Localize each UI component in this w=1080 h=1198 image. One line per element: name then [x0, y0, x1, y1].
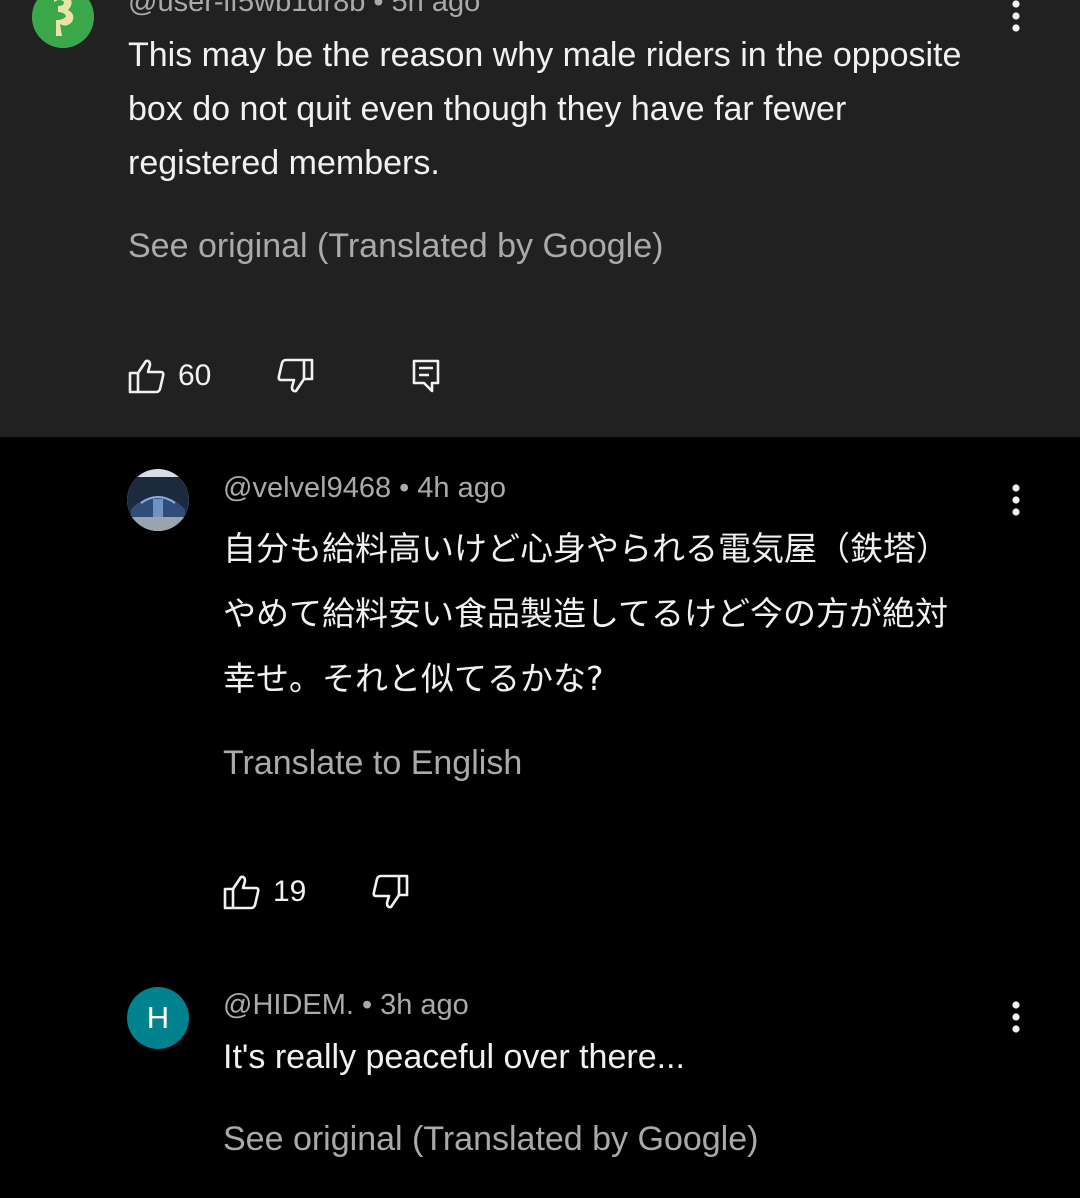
- comment-text: It's really peaceful over there...: [223, 1038, 685, 1076]
- thumbs-up-icon: [128, 359, 165, 394]
- thumbs-down-icon: [277, 358, 314, 393]
- more-vert-icon: [1012, 484, 1020, 516]
- author-handle[interactable]: @HIDEM.: [223, 989, 354, 1021]
- avatar-image: [127, 469, 189, 531]
- comment-meta: @velvel9468 • 4h ago: [223, 472, 506, 505]
- see-original-link[interactable]: See original (Translated by Google): [128, 227, 663, 266]
- comment-time[interactable]: 5h ago: [392, 0, 481, 18]
- avatar[interactable]: [127, 469, 189, 531]
- comment-text-line: やめて給料安い食品製造してるけど今の方が絶対: [223, 594, 949, 633]
- comment-menu-button[interactable]: [996, 480, 1036, 520]
- dislike-button[interactable]: [276, 356, 314, 396]
- avatar[interactable]: H: [127, 987, 189, 1049]
- meta-separator: •: [399, 472, 410, 504]
- reply-button[interactable]: [412, 356, 440, 396]
- comment-meta: @HIDEM. • 3h ago: [223, 989, 469, 1022]
- avatar-image: [32, 0, 94, 48]
- avatar[interactable]: [32, 0, 94, 48]
- comment-menu-button[interactable]: [996, 0, 1036, 36]
- like-count: 60: [178, 359, 212, 392]
- translate-link[interactable]: Translate to English: [223, 744, 522, 783]
- comment-time[interactable]: 3h ago: [380, 989, 469, 1021]
- comment-actions: 19: [223, 872, 423, 912]
- thumbs-up-icon: [223, 875, 260, 910]
- author-handle[interactable]: @velvel9468: [223, 472, 391, 504]
- like-button[interactable]: 19: [223, 872, 306, 912]
- thumbs-down-icon: [372, 874, 409, 909]
- reply-icon: [412, 359, 440, 393]
- comment-highlighted: @user-lf5wb1dr8b • 5h ago This may be the …: [0, 0, 1080, 437]
- like-count: 19: [273, 875, 307, 908]
- more-vert-icon: [1012, 0, 1020, 32]
- comment-text-line: 自分も給料高いけど心身やられる電気屋（鉄塔）: [223, 529, 949, 568]
- meta-separator: •: [373, 0, 384, 18]
- see-original-link[interactable]: See original (Translated by Google): [223, 1120, 758, 1159]
- author-handle[interactable]: @user-lf5wb1dr8b: [128, 0, 365, 18]
- comment-text-line: 幸せ。それと似てるかな?: [223, 659, 604, 698]
- dislike-button[interactable]: [371, 872, 409, 912]
- like-button[interactable]: 60: [128, 356, 211, 396]
- more-vert-icon: [1012, 1001, 1020, 1033]
- comment-menu-button[interactable]: [996, 997, 1036, 1037]
- comment-actions: 60: [128, 356, 468, 396]
- comment-time[interactable]: 4h ago: [417, 472, 506, 504]
- comment-text: This may be the reason why male riders i…: [128, 36, 962, 182]
- comments-page: @user-lf5wb1dr8b • 5h ago This may be the …: [0, 0, 1080, 1198]
- meta-separator: •: [361, 989, 373, 1021]
- comment-meta: @user-lf5wb1dr8b • 5h ago: [128, 0, 480, 19]
